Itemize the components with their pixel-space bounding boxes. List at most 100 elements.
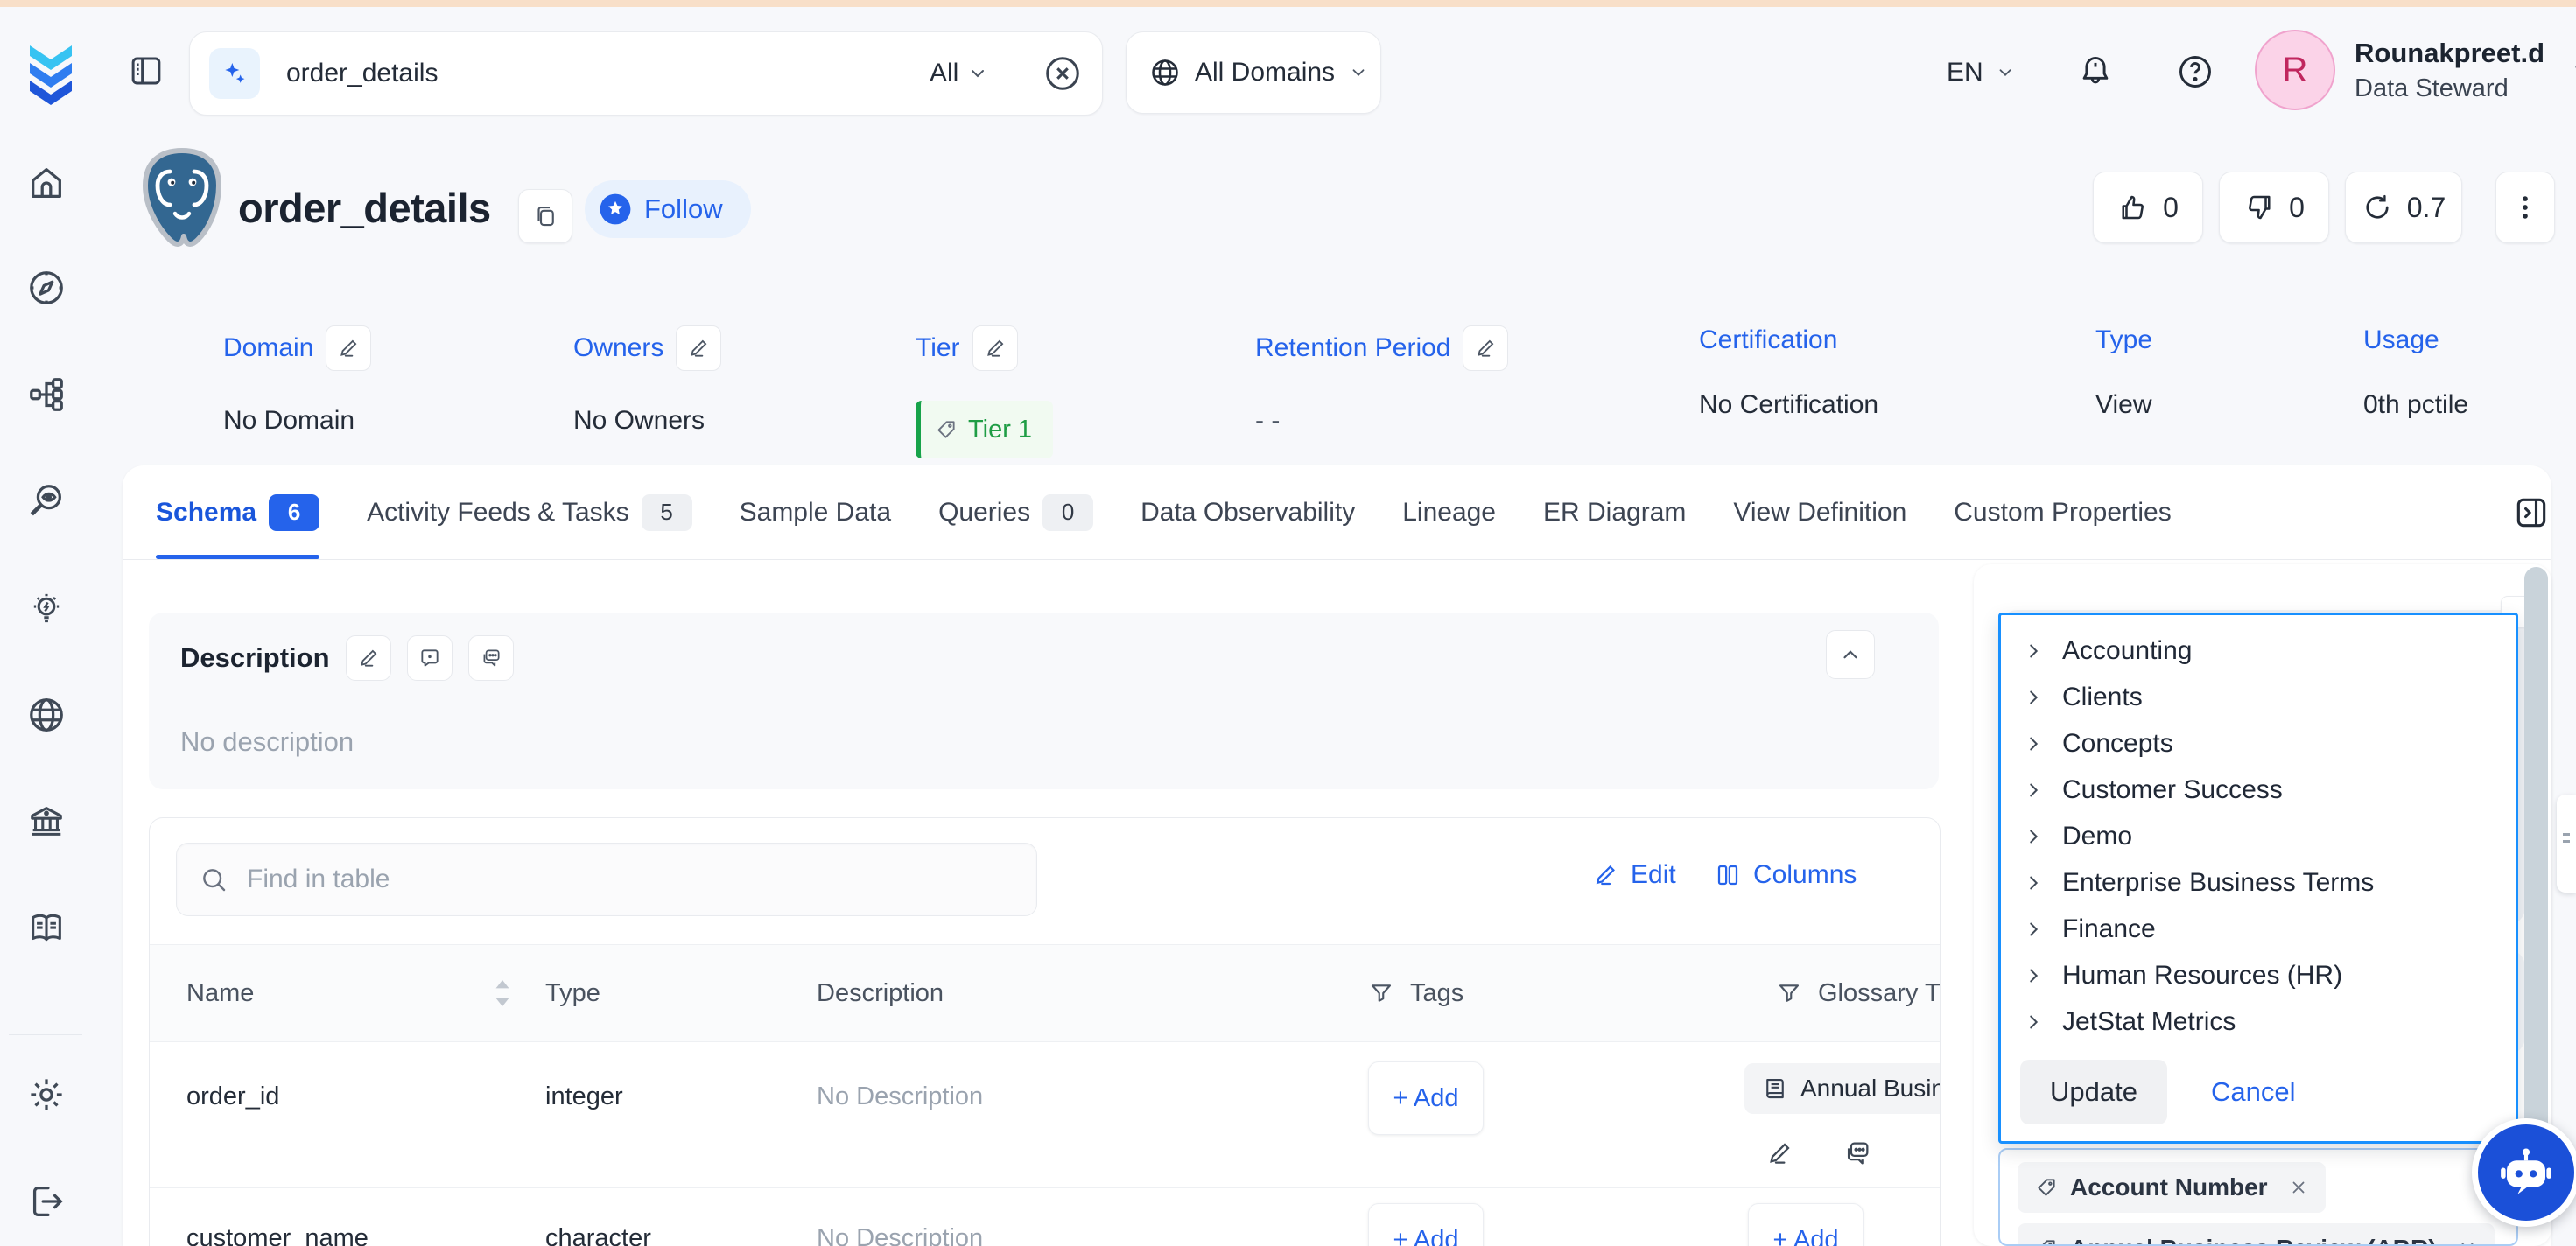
edit-table-button[interactable]: Edit [1592,860,1676,890]
tab-lineage[interactable]: Lineage [1402,466,1496,559]
edit-retention-button[interactable] [1463,326,1508,371]
sidebar-item-glossary[interactable] [0,898,92,959]
tree-item-demo[interactable]: Demo [2001,813,2516,859]
tier-badge[interactable]: Tier 1 [916,401,1053,458]
chevron-up-icon [1839,643,1862,666]
notifications-bell-icon[interactable] [2076,52,2115,91]
global-search-input[interactable] [284,58,708,89]
lightbulb-icon [26,588,67,628]
cancel-button[interactable]: Cancel [2211,1076,2296,1108]
col-header-name[interactable]: Name [186,979,254,1008]
col-header-description[interactable]: Description [817,979,944,1008]
panel-expand-button[interactable] [2512,494,2551,532]
language-selector[interactable]: EN [1947,58,2015,88]
sidebar-item-logout[interactable] [0,1171,92,1232]
sidebar-item-settings[interactable] [0,1064,92,1125]
term-chip-account-number[interactable]: Account Number [2018,1162,2326,1213]
tab-data-observability[interactable]: Data Observability [1141,466,1355,559]
tab-er-diagram[interactable]: ER Diagram [1543,466,1686,559]
avatar-initial: R [2283,51,2308,90]
tab-queries[interactable]: Queries0 [938,466,1093,559]
app-root: { "topbar": { "search_value": "order_det… [0,0,2576,1246]
glossary-term-label: Annual Busine [1800,1074,1941,1102]
tree-item-customer-success[interactable]: Customer Success [2001,766,2516,813]
close-icon[interactable] [2458,1239,2477,1246]
glossary-term-chip[interactable]: Annual Busine [1744,1063,1941,1114]
meta-certification: Certification No Certification [1699,326,1878,420]
tab-activity-feeds[interactable]: Activity Feeds & Tasks5 [367,466,692,559]
tab-sample-data[interactable]: Sample Data [740,466,891,559]
score-value: 0.7 [2407,192,2446,224]
add-tag-button[interactable]: + Add [1368,1203,1484,1246]
scrollbar-thumb[interactable] [2524,567,2548,1213]
stacked-comments-icon[interactable] [1843,1138,1872,1168]
global-search[interactable]: All [189,32,1103,116]
domains-filter[interactable]: All Domains [1126,32,1381,114]
pencil-icon [687,337,710,360]
description-title: Description [180,642,330,674]
pencil-icon [1474,337,1497,360]
filter-icon[interactable] [1776,980,1802,1006]
add-glossary-button[interactable]: + Add [1748,1203,1864,1246]
edit-tier-button[interactable] [972,326,1018,371]
sidebar-item-discover[interactable] [0,471,92,532]
help-icon[interactable] [2176,52,2215,91]
add-tag-button[interactable]: + Add [1368,1061,1484,1135]
tree-item-enterprise-business-terms[interactable]: Enterprise Business Terms [2001,859,2516,906]
dislike-button[interactable]: 0 [2219,172,2329,243]
user-menu[interactable]: R Rounakpreet.d Data Steward [2255,30,2576,110]
tree-item-jetstat-metrics[interactable]: JetStat Metrics [2001,998,2516,1045]
sidebar-item-network[interactable] [0,684,92,746]
app-logo[interactable] [23,42,79,105]
sidebar-item-insights[interactable] [0,578,92,639]
tab-view-definition[interactable]: View Definition [1733,466,1906,559]
sort-icon[interactable] [489,976,516,1010]
col-header-type[interactable]: Type [545,979,600,1008]
pencil-icon[interactable] [1765,1139,1793,1167]
follow-button[interactable]: Follow [585,180,751,238]
term-chip-abr[interactable]: Annual Business Review (ABR) [2018,1223,2495,1246]
tree-item-finance[interactable]: Finance [2001,906,2516,952]
sidebar-item-governance[interactable] [0,791,92,852]
like-button[interactable]: 0 [2093,172,2203,243]
tab-schema[interactable]: Schema6 [156,466,319,559]
tree-item-accounting[interactable]: Accounting [2001,627,2516,674]
columns-config-button[interactable]: Columns [1715,860,1857,890]
side-drawer-handle[interactable] [2557,794,2576,892]
filter-icon[interactable] [1368,980,1394,1006]
collapse-description-button[interactable] [1826,630,1875,679]
close-icon[interactable] [2289,1178,2308,1197]
sidebar-toggle-icon[interactable] [128,52,165,89]
tab-custom-properties[interactable]: Custom Properties [1954,466,2171,559]
update-button[interactable]: Update [2020,1060,2167,1124]
edit-description-button[interactable] [346,635,391,681]
table-row[interactable]: order_id integer No Description + Add An… [150,1040,1940,1188]
comment-description-button[interactable] [407,635,453,681]
suggestions-button[interactable] [468,635,514,681]
score-button[interactable]: 0.7 [2345,172,2462,243]
clear-search-icon[interactable] [1042,53,1083,94]
search-eye-icon [26,481,67,522]
tree-item-concepts[interactable]: Concepts [2001,720,2516,766]
description-empty-text: No description [149,681,1939,758]
edit-domain-button[interactable] [326,326,371,371]
chat-assistant-button[interactable] [2472,1118,2576,1227]
selected-terms-box: Account Number Annual Business Review (A… [1998,1148,2518,1246]
sidebar-item-home[interactable] [0,152,92,214]
table-row[interactable]: customer_name character varying(100) No … [150,1187,1940,1246]
asset-header: order_details Follow 0 0 0.7 [123,140,2576,298]
tree-item-clients[interactable]: Clients [2001,674,2516,720]
col-header-glossary[interactable]: Glossary T [1818,979,1941,1008]
edit-owners-button[interactable] [676,326,721,371]
topbar: All All Domains EN [0,7,2576,140]
copy-name-button[interactable] [518,189,572,243]
more-actions-button[interactable] [2495,172,2555,243]
find-in-table[interactable] [176,843,1037,916]
find-in-table-input[interactable] [245,864,966,895]
meta-domain: Domain No Domain [223,326,371,436]
tree-item-human-resources[interactable]: Human Resources (HR) [2001,952,2516,998]
chevron-down-icon [967,63,988,84]
col-header-tags[interactable]: Tags [1410,979,1463,1008]
meta-retention-label: Retention Period [1255,333,1450,363]
search-scope-dropdown[interactable]: All [930,59,988,88]
